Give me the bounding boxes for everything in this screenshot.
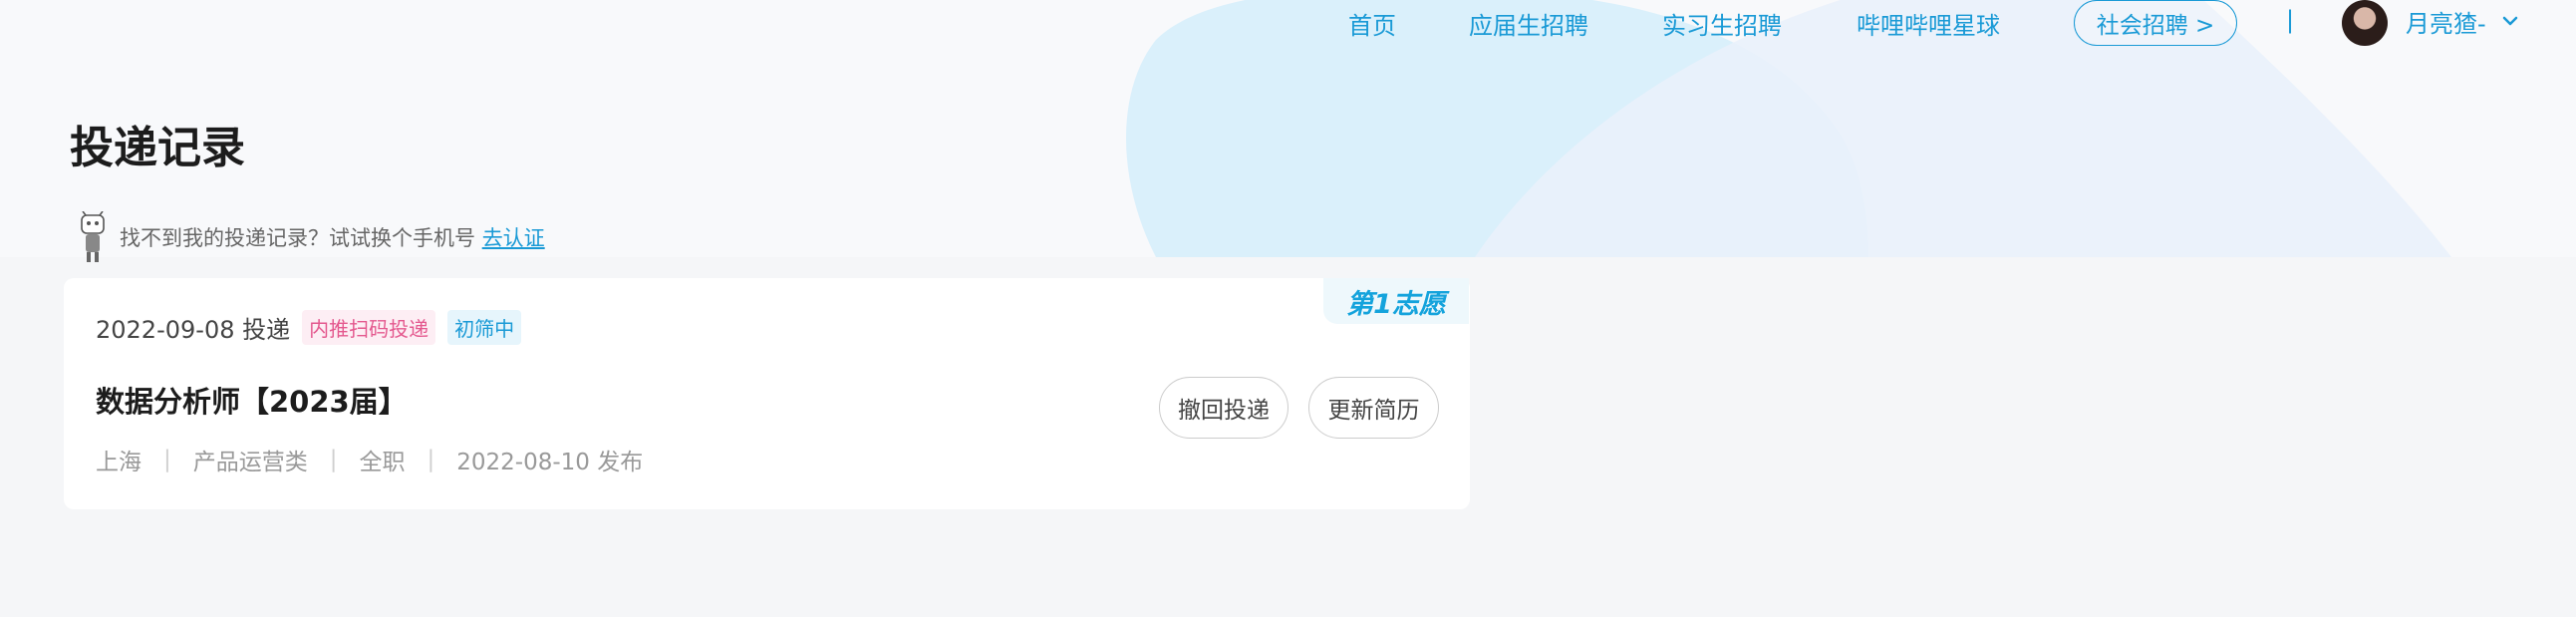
social-recruit-button[interactable]: 社会招聘 > [2074, 0, 2237, 46]
meta-divider: | [427, 447, 435, 472]
apply-date: 2022-09-08 投递 [96, 316, 291, 344]
verify-link[interactable]: 去认证 [482, 226, 545, 250]
nav-bilibili-planet[interactable]: 哔哩哔哩星球 [1857, 6, 2000, 41]
job-title[interactable]: 数据分析师【2023届】 [96, 379, 408, 421]
preference-ribbon: 第1志愿 [1323, 278, 1469, 324]
nav-home[interactable]: 首页 [1348, 6, 1396, 41]
meta-divider: | [329, 447, 338, 472]
referral-tag: 内推扫码投递 [302, 310, 436, 345]
top-nav: 首页 应届生招聘 实习生招聘 哔哩哔哩星球 社会招聘 > | 月亮猹- [0, 0, 2576, 48]
nav-campus-recruit[interactable]: 应届生招聘 [1469, 6, 1588, 41]
nav-separator: | [2286, 6, 2295, 34]
publish-date: 2022-08-10 发布 [456, 450, 644, 475]
page-title: 投递记录 [70, 123, 245, 173]
job-type: 全职 [359, 450, 406, 475]
nav-intern-recruit[interactable]: 实习生招聘 [1662, 6, 1782, 41]
avatar[interactable] [2342, 0, 2388, 46]
job-category: 产品运营类 [192, 450, 308, 475]
withdraw-button[interactable]: 撤回投递 [1159, 377, 1288, 439]
username[interactable]: 月亮猹- [2406, 4, 2486, 39]
mascot-icon [81, 211, 105, 262]
job-city: 上海 [96, 450, 142, 475]
chevron-down-icon[interactable] [2499, 10, 2521, 32]
hint-text: 找不到我的投递记录？试试换个手机号 [120, 226, 475, 250]
hint-line: 找不到我的投递记录？试试换个手机号 去认证 [120, 222, 545, 252]
status-badge: 初筛中 [447, 310, 522, 345]
meta-divider: | [163, 447, 171, 472]
job-meta: 上海 | 产品运营类 | 全职 | 2022-08-10 发布 [96, 443, 643, 476]
application-status-row: 2022-09-08 投递 内推扫码投递 初筛中 [96, 310, 533, 345]
update-resume-button[interactable]: 更新简历 [1308, 377, 1439, 439]
